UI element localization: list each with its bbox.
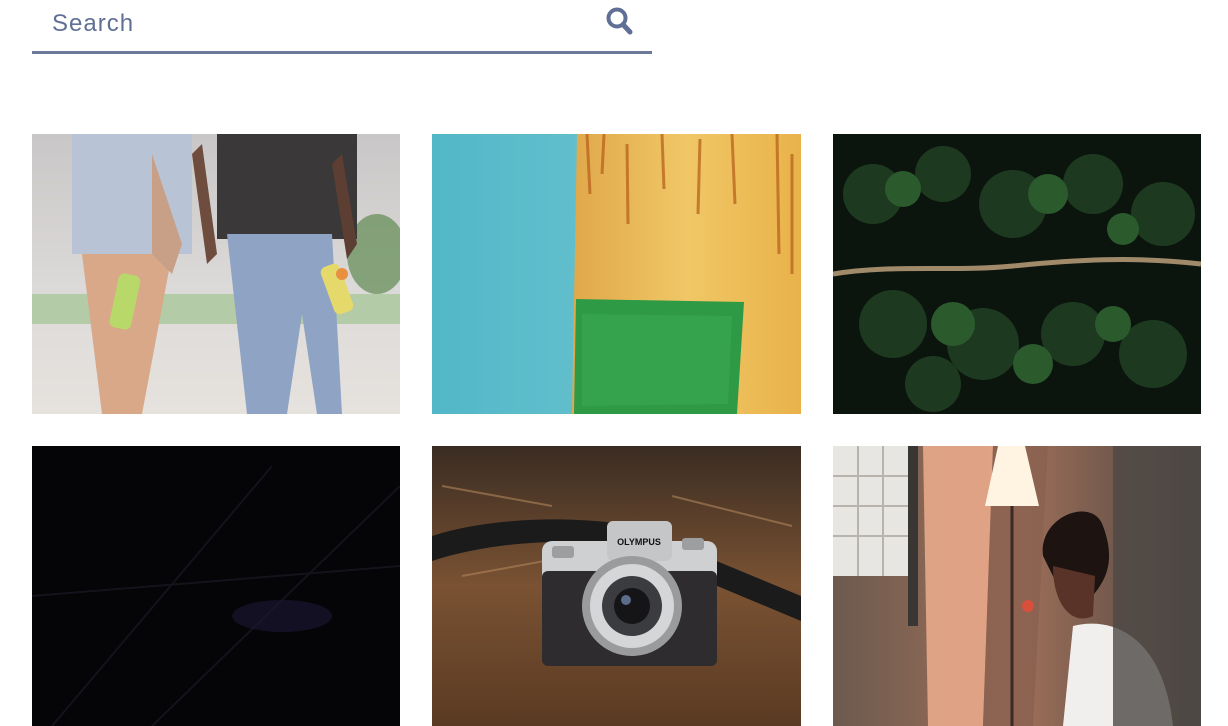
photo-dark-image xyxy=(32,446,400,726)
search-button[interactable] xyxy=(604,6,636,38)
photo-man-image xyxy=(833,446,1201,726)
photo-forest-image xyxy=(833,134,1201,414)
photo-wall-image xyxy=(432,134,801,414)
gallery-photo-man-lamp[interactable] xyxy=(833,446,1201,726)
gallery-photo-camera[interactable]: OLYMPUS xyxy=(432,446,801,726)
photo-camera-image: OLYMPUS xyxy=(432,446,801,726)
search-icon xyxy=(606,7,633,35)
gallery-photo-forest[interactable] xyxy=(833,134,1201,414)
photo-gallery: OLYMPUS xyxy=(32,134,1201,726)
gallery-photo-painted-wall[interactable] xyxy=(432,134,801,414)
photo-people-image xyxy=(32,134,400,414)
gallery-photo-people[interactable] xyxy=(32,134,400,414)
gallery-photo-dark[interactable] xyxy=(32,446,400,726)
search-input[interactable] xyxy=(32,0,592,48)
search-bar xyxy=(32,0,652,54)
camera-brand-text: OLYMPUS xyxy=(617,537,661,547)
